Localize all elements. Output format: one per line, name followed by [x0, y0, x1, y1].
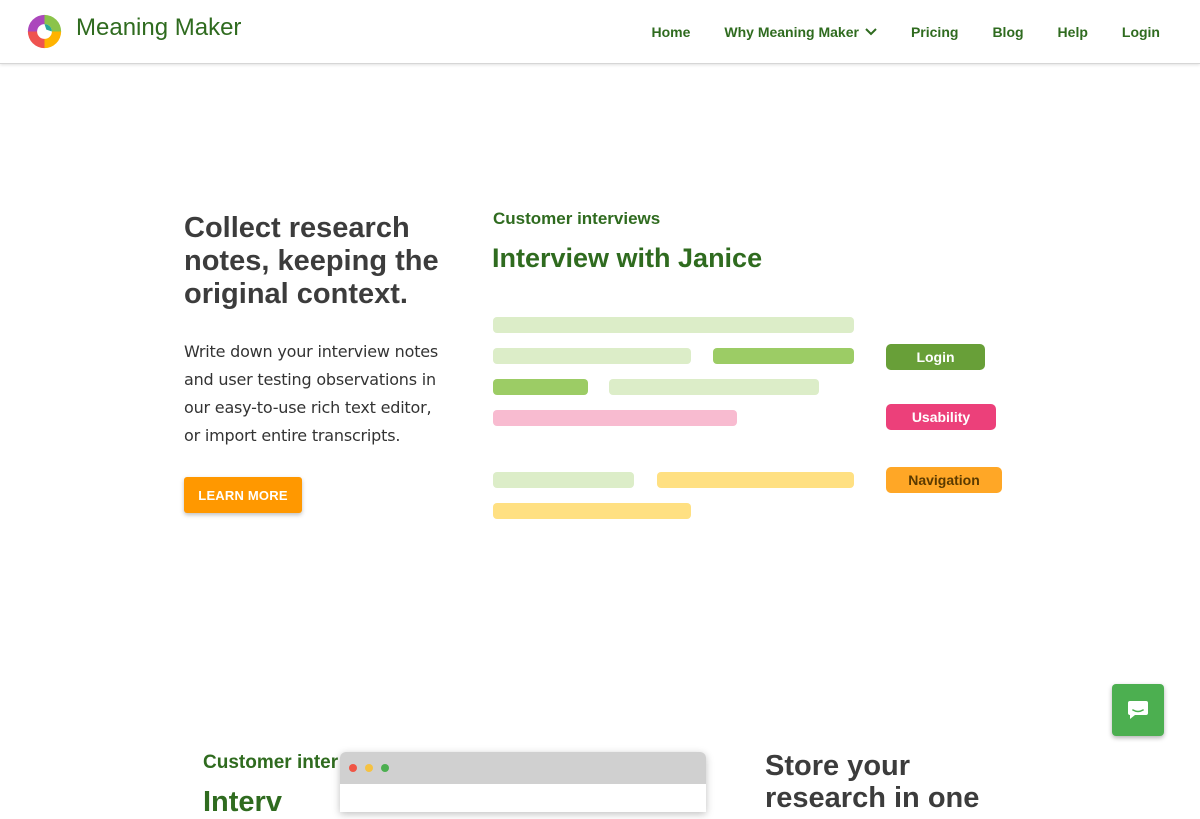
bottom-section-label: Customer inter: [203, 752, 339, 773]
chevron-down-icon: [865, 28, 877, 36]
text-line-placeholder: [493, 472, 634, 488]
nav-pricing[interactable]: Pricing: [911, 24, 958, 40]
app-window-mockup: [340, 752, 706, 812]
nav-login-label: Login: [1121, 24, 1160, 40]
nav-pricing-label: Pricing: [910, 24, 959, 40]
chat-bubble-icon: [1128, 701, 1148, 719]
main-nav: Home Why Meaning Maker Pricing Blog Help…: [617, 24, 1160, 40]
brand-name[interactable]: Meaning Maker: [76, 14, 241, 42]
nav-blog[interactable]: Blog: [992, 24, 1023, 40]
text-line-placeholder: [493, 317, 854, 333]
nav-why-label: Why Meaning Maker: [724, 24, 859, 40]
tag-navigation: Navigation: [886, 467, 1002, 493]
nav-help-label: Help: [1057, 24, 1088, 40]
highlighted-text-navigation: [493, 503, 691, 519]
tag-usability: Usability: [886, 404, 996, 430]
text-line-placeholder: [609, 379, 819, 395]
window-minimize-dot-icon: [365, 764, 373, 772]
highlighted-text-navigation: [657, 472, 854, 488]
tag-login: Login: [886, 344, 985, 370]
nav-blog-label: Blog: [992, 24, 1024, 40]
hero-title: Collect research notes, keeping the orig…: [184, 212, 439, 310]
bottom-section-heading: Interv: [203, 786, 282, 818]
nav-why-meaning-maker[interactable]: Why Meaning Maker: [724, 24, 877, 40]
hero-description: Write down your interview notes and user…: [184, 342, 439, 445]
learn-more-button[interactable]: LEARN MORE: [184, 477, 302, 513]
meaning-maker-logo-icon[interactable]: [26, 13, 63, 50]
chat-widget-button[interactable]: [1112, 684, 1164, 736]
window-close-dot-icon: [349, 764, 357, 772]
text-line-placeholder: [493, 348, 691, 364]
nav-help[interactable]: Help: [1058, 24, 1088, 40]
nav-login[interactable]: Login: [1122, 24, 1160, 40]
window-maximize-dot-icon: [381, 764, 389, 772]
highlighted-text-login: [493, 379, 588, 395]
highlighted-text-usability: [493, 410, 737, 426]
store-research-heading: Store your research in one: [765, 750, 980, 814]
nav-home[interactable]: Home: [651, 24, 690, 40]
site-header: Meaning Maker Home Why Meaning Maker Pri…: [0, 0, 1200, 64]
highlighted-text-login: [713, 348, 854, 364]
window-titlebar: [340, 752, 706, 784]
illustration-interview-title: Interview with Janice: [492, 243, 763, 273]
illustration-section-label: Customer interviews: [493, 209, 661, 228]
nav-home-label: Home: [651, 24, 691, 40]
